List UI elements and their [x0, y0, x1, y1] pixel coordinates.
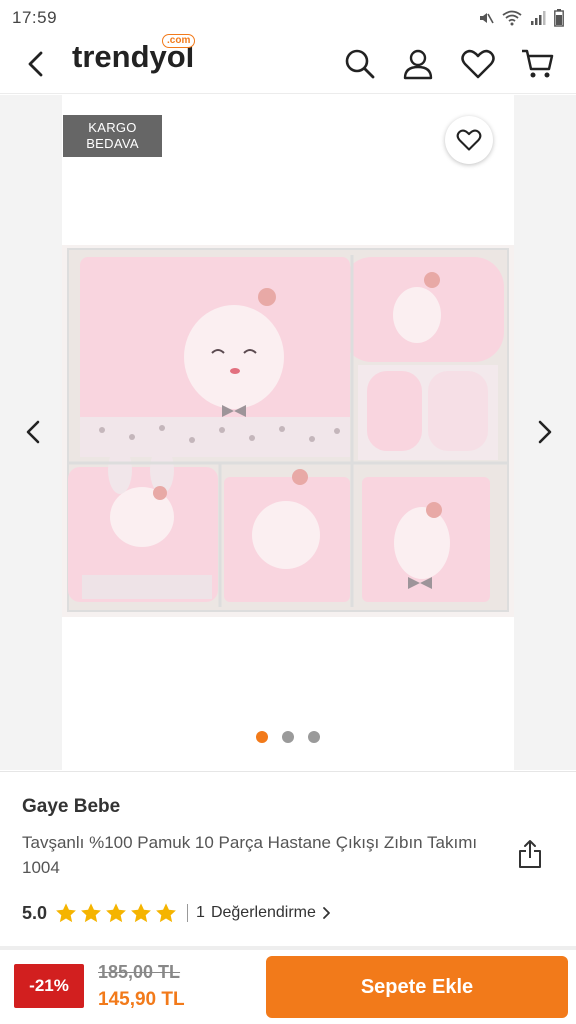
- mute-icon: [478, 10, 494, 31]
- cart-icon: [522, 49, 554, 78]
- gallery-prev-button[interactable]: [18, 417, 48, 447]
- star-icon: [156, 903, 176, 923]
- badge-line-2: BEDAVA: [86, 136, 139, 151]
- favorites-button[interactable]: [458, 44, 498, 84]
- status-icons: [478, 9, 564, 32]
- logo-com-badge: .com: [162, 34, 196, 48]
- review-link[interactable]: 1 Değerlendirme: [196, 904, 331, 922]
- back-arrow-icon: [28, 51, 43, 77]
- product-gallery[interactable]: KARGO BEDAVA: [0, 95, 576, 770]
- signal-icon: [530, 10, 546, 31]
- battery-icon: [554, 9, 564, 32]
- share-button[interactable]: [512, 836, 548, 872]
- chevron-right-icon: [322, 907, 330, 919]
- wifi-icon: [502, 10, 522, 31]
- star-icon: [106, 903, 126, 923]
- pagination-dot[interactable]: [308, 731, 320, 743]
- current-price: 145,90 TL: [98, 989, 185, 1010]
- chevron-right-icon: [538, 420, 552, 444]
- account-button[interactable]: [398, 44, 438, 84]
- back-button[interactable]: [18, 46, 54, 82]
- product-title: Tavşanlı %100 Pamuk 10 Parça Hastane Çık…: [22, 833, 478, 877]
- heart-icon: [461, 49, 495, 79]
- star-icon: [81, 903, 101, 923]
- user-icon: [403, 49, 433, 80]
- status-bar: 17:59: [0, 0, 576, 34]
- rating-score: 5.0: [22, 902, 48, 923]
- free-shipping-badge: KARGO BEDAVA: [63, 115, 162, 157]
- star-icon: [131, 903, 151, 923]
- cart-button[interactable]: [518, 44, 558, 84]
- gallery-next-button[interactable]: [530, 417, 560, 447]
- share-icon: [519, 840, 541, 868]
- status-time: 17:59: [12, 8, 58, 27]
- search-button[interactable]: [340, 44, 380, 84]
- brand-name[interactable]: Gaye Bebe: [22, 796, 120, 818]
- product-image: [62, 245, 514, 617]
- badge-line-1: KARGO: [88, 120, 137, 135]
- heart-icon: [456, 129, 482, 151]
- star-icon: [56, 903, 76, 923]
- discount-badge: -21%: [14, 964, 84, 1008]
- search-icon: [345, 49, 375, 79]
- app-header: trendyol .com: [0, 34, 576, 94]
- purchase-bar: -21% 185,00 TL 145,90 TL Sepete Ekle: [0, 950, 576, 1024]
- gallery-pagination: [256, 731, 320, 743]
- rating-stars: [55, 902, 177, 924]
- old-price: 185,00 TL: [98, 962, 181, 982]
- add-to-cart-button[interactable]: Sepete Ekle: [266, 956, 568, 1018]
- review-label: Değerlendirme: [210, 904, 316, 921]
- chevron-left-icon: [26, 420, 40, 444]
- rating-row[interactable]: 5.0 1 Değerlendirme: [22, 900, 331, 926]
- add-to-favorites-button[interactable]: [445, 116, 493, 164]
- pagination-dot-active[interactable]: [256, 731, 268, 743]
- pagination-dot[interactable]: [282, 731, 294, 743]
- review-count: 1: [196, 904, 205, 921]
- rating-separator: [187, 904, 189, 922]
- product-info: Gaye Bebe Tavşanlı %100 Pamuk 10 Parça H…: [0, 771, 576, 946]
